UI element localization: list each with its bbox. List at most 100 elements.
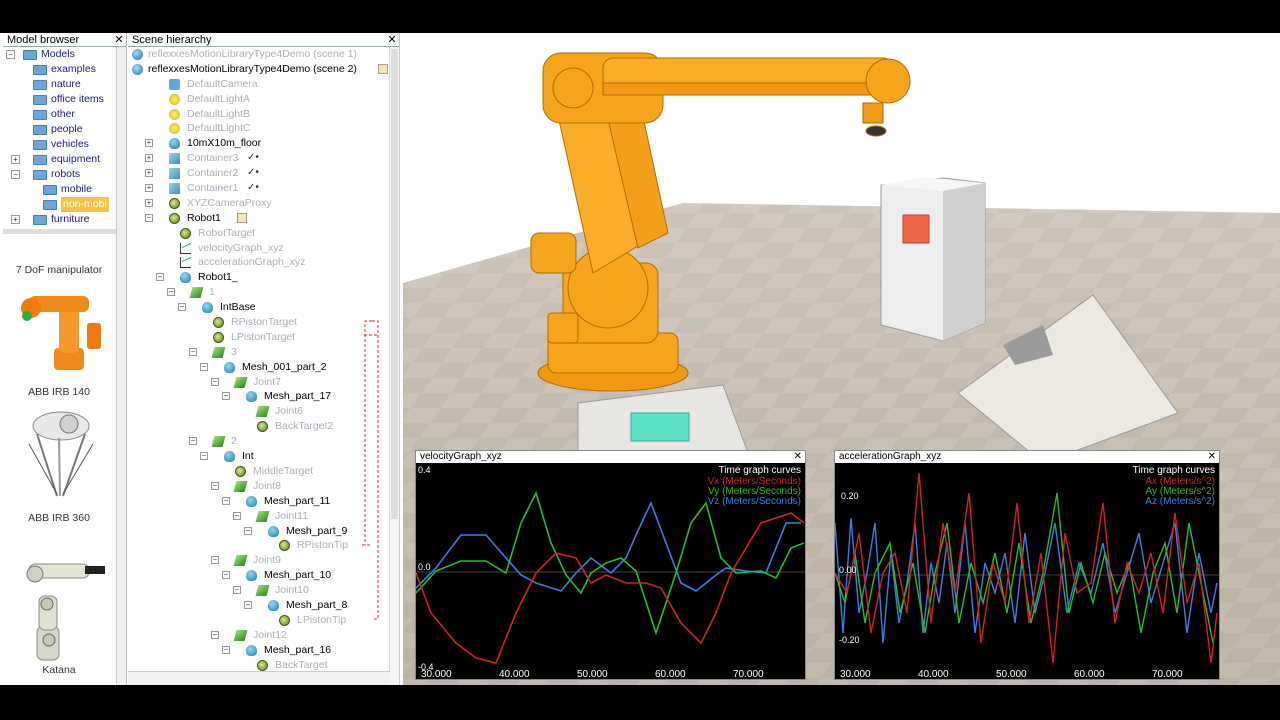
scene-object-row[interactable]: − Joint9 — [128, 553, 390, 568]
model-folder-furniture[interactable]: + furniture — [3, 212, 117, 227]
collapse-icon[interactable]: − — [222, 571, 230, 580]
model-folder-mobile[interactable]: mobile — [3, 182, 117, 197]
scene-object-row[interactable]: LPistonTarget — [128, 330, 390, 345]
expand-icon[interactable]: + — [11, 155, 20, 164]
scene-object-row[interactable]: + XYZCameraProxy — [128, 196, 390, 211]
collapse-icon[interactable]: − — [222, 496, 230, 505]
scene-object-row[interactable]: reflexxesMotionLibraryType4Demo (scene 2… — [128, 62, 390, 77]
collapse-icon[interactable]: − — [211, 630, 219, 639]
collapse-icon[interactable]: − — [200, 452, 208, 461]
expand-icon[interactable]: + — [11, 215, 20, 224]
expand-icon[interactable]: + — [145, 154, 153, 163]
scene-object-row[interactable]: − Joint7 — [128, 375, 390, 390]
script-icon[interactable] — [237, 212, 247, 223]
scene-object-row[interactable]: LPistonTip — [128, 613, 390, 628]
scene-object-row[interactable]: RPistonTarget — [128, 315, 390, 330]
collapse-icon[interactable]: − — [156, 273, 164, 282]
scene-object-row[interactable]: − Mesh_part_17 — [128, 389, 390, 404]
thumbnail-7dof-manipulator[interactable]: 7 DoF manipulator — [3, 264, 115, 384]
scene-object-row[interactable]: − Robot1 — [128, 211, 390, 226]
scene-object-row[interactable]: − IntBase — [128, 300, 390, 315]
collapse-icon[interactable]: − — [167, 288, 175, 297]
close-icon[interactable]: ✕ — [387, 33, 397, 47]
collapse-icon[interactable]: − — [200, 362, 208, 371]
collapse-icon[interactable]: − — [222, 392, 230, 401]
collapse-icon[interactable]: − — [145, 213, 153, 222]
scene-object-row[interactable]: − Joint8 — [128, 479, 390, 494]
scene-object-row[interactable]: BackTarget — [128, 658, 390, 671]
3d-viewport[interactable]: velocityGraph_xyz ✕ 0.4 0.0 -0.4 Time gra… — [403, 33, 1280, 685]
scene-object-row[interactable]: + Container3 ✓• — [128, 151, 390, 166]
expand-icon[interactable]: + — [145, 139, 153, 148]
collapse-icon[interactable]: − — [211, 481, 219, 490]
scene-object-row[interactable]: − Mesh_part_9 — [128, 524, 390, 539]
scene-object-row[interactable]: + Container1 ✓• — [128, 181, 390, 196]
model-folder-equipment[interactable]: + equipment — [3, 152, 117, 167]
close-icon[interactable]: ✕ — [794, 451, 802, 463]
expand-icon[interactable]: + — [145, 169, 153, 178]
close-icon[interactable]: ✕ — [114, 33, 124, 47]
scene-object-row[interactable]: − Joint12 — [128, 628, 390, 643]
scene-object-row[interactable]: −3 — [128, 345, 390, 360]
expand-icon[interactable]: + — [145, 198, 153, 207]
collapse-icon[interactable]: − — [178, 303, 186, 312]
scrollbar-thumb[interactable] — [391, 49, 398, 519]
scene-object-row[interactable]: accelerationGraph_xyz — [128, 255, 390, 270]
model-folder-examples[interactable]: examples — [3, 62, 117, 77]
model-folder-vehicles[interactable]: vehicles — [3, 137, 117, 152]
property-icon[interactable]: ✓• — [247, 166, 259, 181]
model-browser-vertical-scrollbar[interactable] — [116, 47, 126, 685]
velocity-graph-window[interactable]: velocityGraph_xyz ✕ 0.4 0.0 -0.4 Time gra… — [415, 450, 806, 680]
scene-object-row[interactable]: reflexxesMotionLibraryType4Demo (scene 1… — [128, 47, 390, 62]
script-icon[interactable] — [378, 63, 388, 74]
collapse-icon[interactable]: − — [211, 377, 219, 386]
scene-object-row[interactable]: RobotTarget — [128, 226, 390, 241]
scene-object-row[interactable]: Joint6 — [128, 404, 390, 419]
scene-object-row[interactable]: − Mesh_001_part_2 — [128, 360, 390, 375]
model-folder-office-items[interactable]: office items — [3, 92, 117, 107]
collapse-icon[interactable]: − — [189, 347, 197, 356]
scene-object-row[interactable]: DefaultLightA — [128, 92, 390, 107]
scene-object-row[interactable]: − Mesh_part_16 — [128, 643, 390, 658]
thumbnail-katana[interactable]: Katana — [3, 556, 115, 685]
scene-object-row[interactable]: +10mX10m_floor — [128, 136, 390, 151]
scene-hierarchy-vertical-scrollbar[interactable] — [389, 47, 399, 685]
scene-object-row[interactable]: DefaultLightC — [128, 121, 390, 136]
scene-object-row[interactable]: + Container2 ✓• — [128, 166, 390, 181]
scene-object-row[interactable]: − Joint11 — [128, 509, 390, 524]
scene-object-row[interactable]: DefaultCamera — [128, 77, 390, 92]
collapse-icon[interactable]: − — [189, 437, 197, 446]
model-folder-robots[interactable]: − robots — [3, 167, 117, 182]
scene-object-row[interactable]: MiddleTarget — [128, 464, 390, 479]
scene-object-row[interactable]: −1 — [128, 285, 390, 300]
velocity-graph-titlebar[interactable]: velocityGraph_xyz ✕ — [416, 451, 805, 463]
property-icon[interactable]: ✓• — [247, 181, 259, 196]
acceleration-graph-window[interactable]: accelerationGraph_xyz ✕ 0.20 0.00 -0.20 T… — [834, 450, 1220, 680]
collapse-icon[interactable]: − — [233, 511, 241, 520]
scene-object-row[interactable]: − Mesh_part_8 — [128, 598, 390, 613]
acceleration-graph-titlebar[interactable]: accelerationGraph_xyz ✕ — [835, 451, 1219, 463]
scene-object-row[interactable]: − Joint10 — [128, 583, 390, 598]
collapse-icon[interactable]: − — [222, 645, 230, 654]
scene-object-row[interactable]: − Robot1_ — [128, 270, 390, 285]
collapse-icon[interactable]: − — [6, 50, 15, 59]
model-folder-models[interactable]: − Models — [3, 47, 117, 62]
collapse-icon[interactable]: − — [233, 586, 241, 595]
scene-object-row[interactable]: − Int — [128, 449, 390, 464]
collapse-icon[interactable]: − — [211, 556, 219, 565]
scene-object-row[interactable]: −2 — [128, 434, 390, 449]
collapse-icon[interactable]: − — [244, 526, 252, 535]
scene-hierarchy-horizontal-scrollbar[interactable] — [128, 671, 390, 685]
scene-object-row[interactable]: RPistonTip — [128, 538, 390, 553]
scene-object-row[interactable]: − Mesh_part_11 — [128, 494, 390, 509]
thumbnail-abb-irb-140[interactable]: ABB IRB 140 — [3, 386, 115, 404]
expand-icon[interactable]: + — [145, 184, 153, 193]
collapse-icon[interactable]: − — [11, 170, 20, 179]
collapse-icon[interactable]: − — [244, 600, 252, 609]
scene-object-row[interactable]: BackTarget2 — [128, 419, 390, 434]
property-icon[interactable]: ✓• — [247, 151, 259, 166]
scene-object-row[interactable]: velocityGraph_xyz — [128, 241, 390, 256]
thumbnail-abb-irb-360[interactable]: ABB IRB 360 — [3, 404, 115, 524]
close-icon[interactable]: ✕ — [1208, 451, 1216, 463]
model-folder-nature[interactable]: nature — [3, 77, 117, 92]
